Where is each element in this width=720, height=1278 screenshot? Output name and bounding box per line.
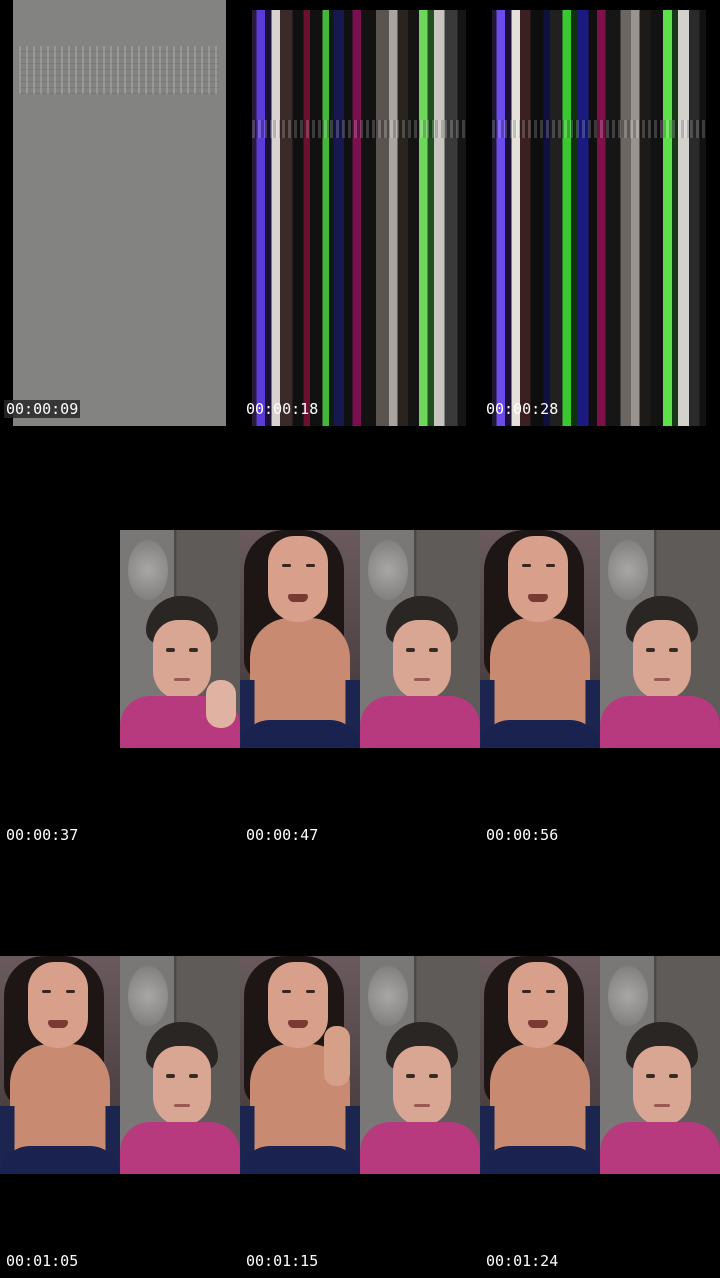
hand bbox=[206, 680, 236, 728]
frame-timestamp: 00:00:47 bbox=[246, 826, 319, 844]
eye bbox=[189, 648, 198, 652]
eye bbox=[166, 1074, 175, 1078]
top bbox=[240, 1106, 360, 1174]
glitch-frame bbox=[13, 0, 226, 426]
eye bbox=[546, 564, 555, 567]
mouth bbox=[654, 1104, 670, 1107]
mouth bbox=[654, 678, 670, 681]
face bbox=[153, 620, 211, 700]
glitch-frame bbox=[492, 10, 706, 426]
mouth bbox=[528, 594, 548, 602]
eye bbox=[42, 990, 51, 993]
noise-band bbox=[492, 120, 706, 138]
thumbnail-frame[interactable]: 00:01:05 bbox=[0, 852, 240, 1278]
video-frame bbox=[480, 530, 720, 748]
video-frame bbox=[0, 530, 240, 748]
eye bbox=[282, 564, 291, 567]
top bbox=[0, 1106, 120, 1174]
shirt bbox=[360, 696, 480, 748]
eye bbox=[429, 1074, 438, 1078]
face bbox=[153, 1046, 211, 1126]
thumbnail-frame[interactable]: 00:00:37 bbox=[0, 426, 240, 852]
mouth bbox=[528, 1020, 548, 1028]
thumbnail-grid: 00:00:09 00:00:18 00:00:28 00:00:37 00:0… bbox=[0, 0, 720, 1278]
top bbox=[240, 680, 360, 748]
man-panel bbox=[120, 956, 240, 1174]
shirt bbox=[600, 696, 720, 748]
mouth bbox=[174, 678, 190, 681]
eye bbox=[522, 990, 531, 993]
mouth bbox=[288, 1020, 308, 1028]
frame-timestamp: 00:01:15 bbox=[246, 1252, 319, 1270]
face bbox=[393, 620, 451, 700]
eye bbox=[66, 990, 75, 993]
frame-timestamp: 00:01:05 bbox=[6, 1252, 79, 1270]
face bbox=[28, 962, 88, 1048]
video-frame bbox=[240, 530, 480, 748]
man-panel bbox=[360, 530, 480, 748]
frame-timestamp: 00:00:56 bbox=[486, 826, 559, 844]
eye bbox=[406, 1074, 415, 1078]
video-frame bbox=[0, 956, 240, 1174]
face bbox=[633, 620, 691, 700]
face bbox=[268, 962, 328, 1048]
eye bbox=[189, 1074, 198, 1078]
man-panel bbox=[360, 956, 480, 1174]
frame-timestamp: 00:00:37 bbox=[6, 826, 79, 844]
woman-panel bbox=[0, 956, 120, 1174]
empty-panel bbox=[0, 530, 120, 748]
thumbnail-frame[interactable]: 00:00:47 bbox=[240, 426, 480, 852]
face bbox=[508, 536, 568, 622]
frame-timestamp: 00:01:24 bbox=[486, 1252, 559, 1270]
top bbox=[480, 1106, 600, 1174]
frame-timestamp: 00:00:28 bbox=[486, 400, 559, 418]
glitch-frame bbox=[252, 10, 466, 426]
eye bbox=[646, 1074, 655, 1078]
thumbnail-frame[interactable]: 00:00:18 bbox=[240, 0, 480, 426]
woman-panel bbox=[240, 530, 360, 748]
frame-timestamp: 00:00:09 bbox=[4, 400, 81, 418]
shirt bbox=[600, 1122, 720, 1174]
eye bbox=[546, 990, 555, 993]
face bbox=[508, 962, 568, 1048]
noise-band bbox=[252, 120, 466, 138]
shirt bbox=[360, 1122, 480, 1174]
noise-band bbox=[19, 46, 219, 94]
mouth bbox=[414, 678, 430, 681]
thumbnail-frame[interactable]: 00:00:56 bbox=[480, 426, 720, 852]
eye bbox=[306, 564, 315, 567]
man-panel bbox=[120, 530, 240, 748]
eye bbox=[522, 564, 531, 567]
mouth bbox=[48, 1020, 68, 1028]
man-panel bbox=[600, 530, 720, 748]
woman-panel bbox=[240, 956, 360, 1174]
video-frame bbox=[240, 956, 480, 1174]
mouth bbox=[414, 1104, 430, 1107]
thumbnail-frame[interactable]: 00:01:24 bbox=[480, 852, 720, 1278]
thumbnail-frame[interactable]: 00:01:15 bbox=[240, 852, 480, 1278]
eye bbox=[166, 648, 175, 652]
woman-panel bbox=[480, 530, 600, 748]
shirt bbox=[120, 1122, 240, 1174]
face bbox=[633, 1046, 691, 1126]
eye bbox=[406, 648, 415, 652]
man-panel bbox=[600, 956, 720, 1174]
mouth bbox=[174, 1104, 190, 1107]
thumbnail-frame[interactable]: 00:00:09 bbox=[0, 0, 240, 426]
mouth bbox=[288, 594, 308, 602]
finger bbox=[324, 1026, 350, 1086]
woman-panel bbox=[480, 956, 600, 1174]
video-frame bbox=[480, 956, 720, 1174]
thumbnail-frame[interactable]: 00:00:28 bbox=[480, 0, 720, 426]
eye bbox=[429, 648, 438, 652]
eye bbox=[646, 648, 655, 652]
eye bbox=[306, 990, 315, 993]
face bbox=[268, 536, 328, 622]
eye bbox=[669, 1074, 678, 1078]
eye bbox=[282, 990, 291, 993]
top bbox=[480, 680, 600, 748]
frame-timestamp: 00:00:18 bbox=[246, 400, 319, 418]
face bbox=[393, 1046, 451, 1126]
eye bbox=[669, 648, 678, 652]
